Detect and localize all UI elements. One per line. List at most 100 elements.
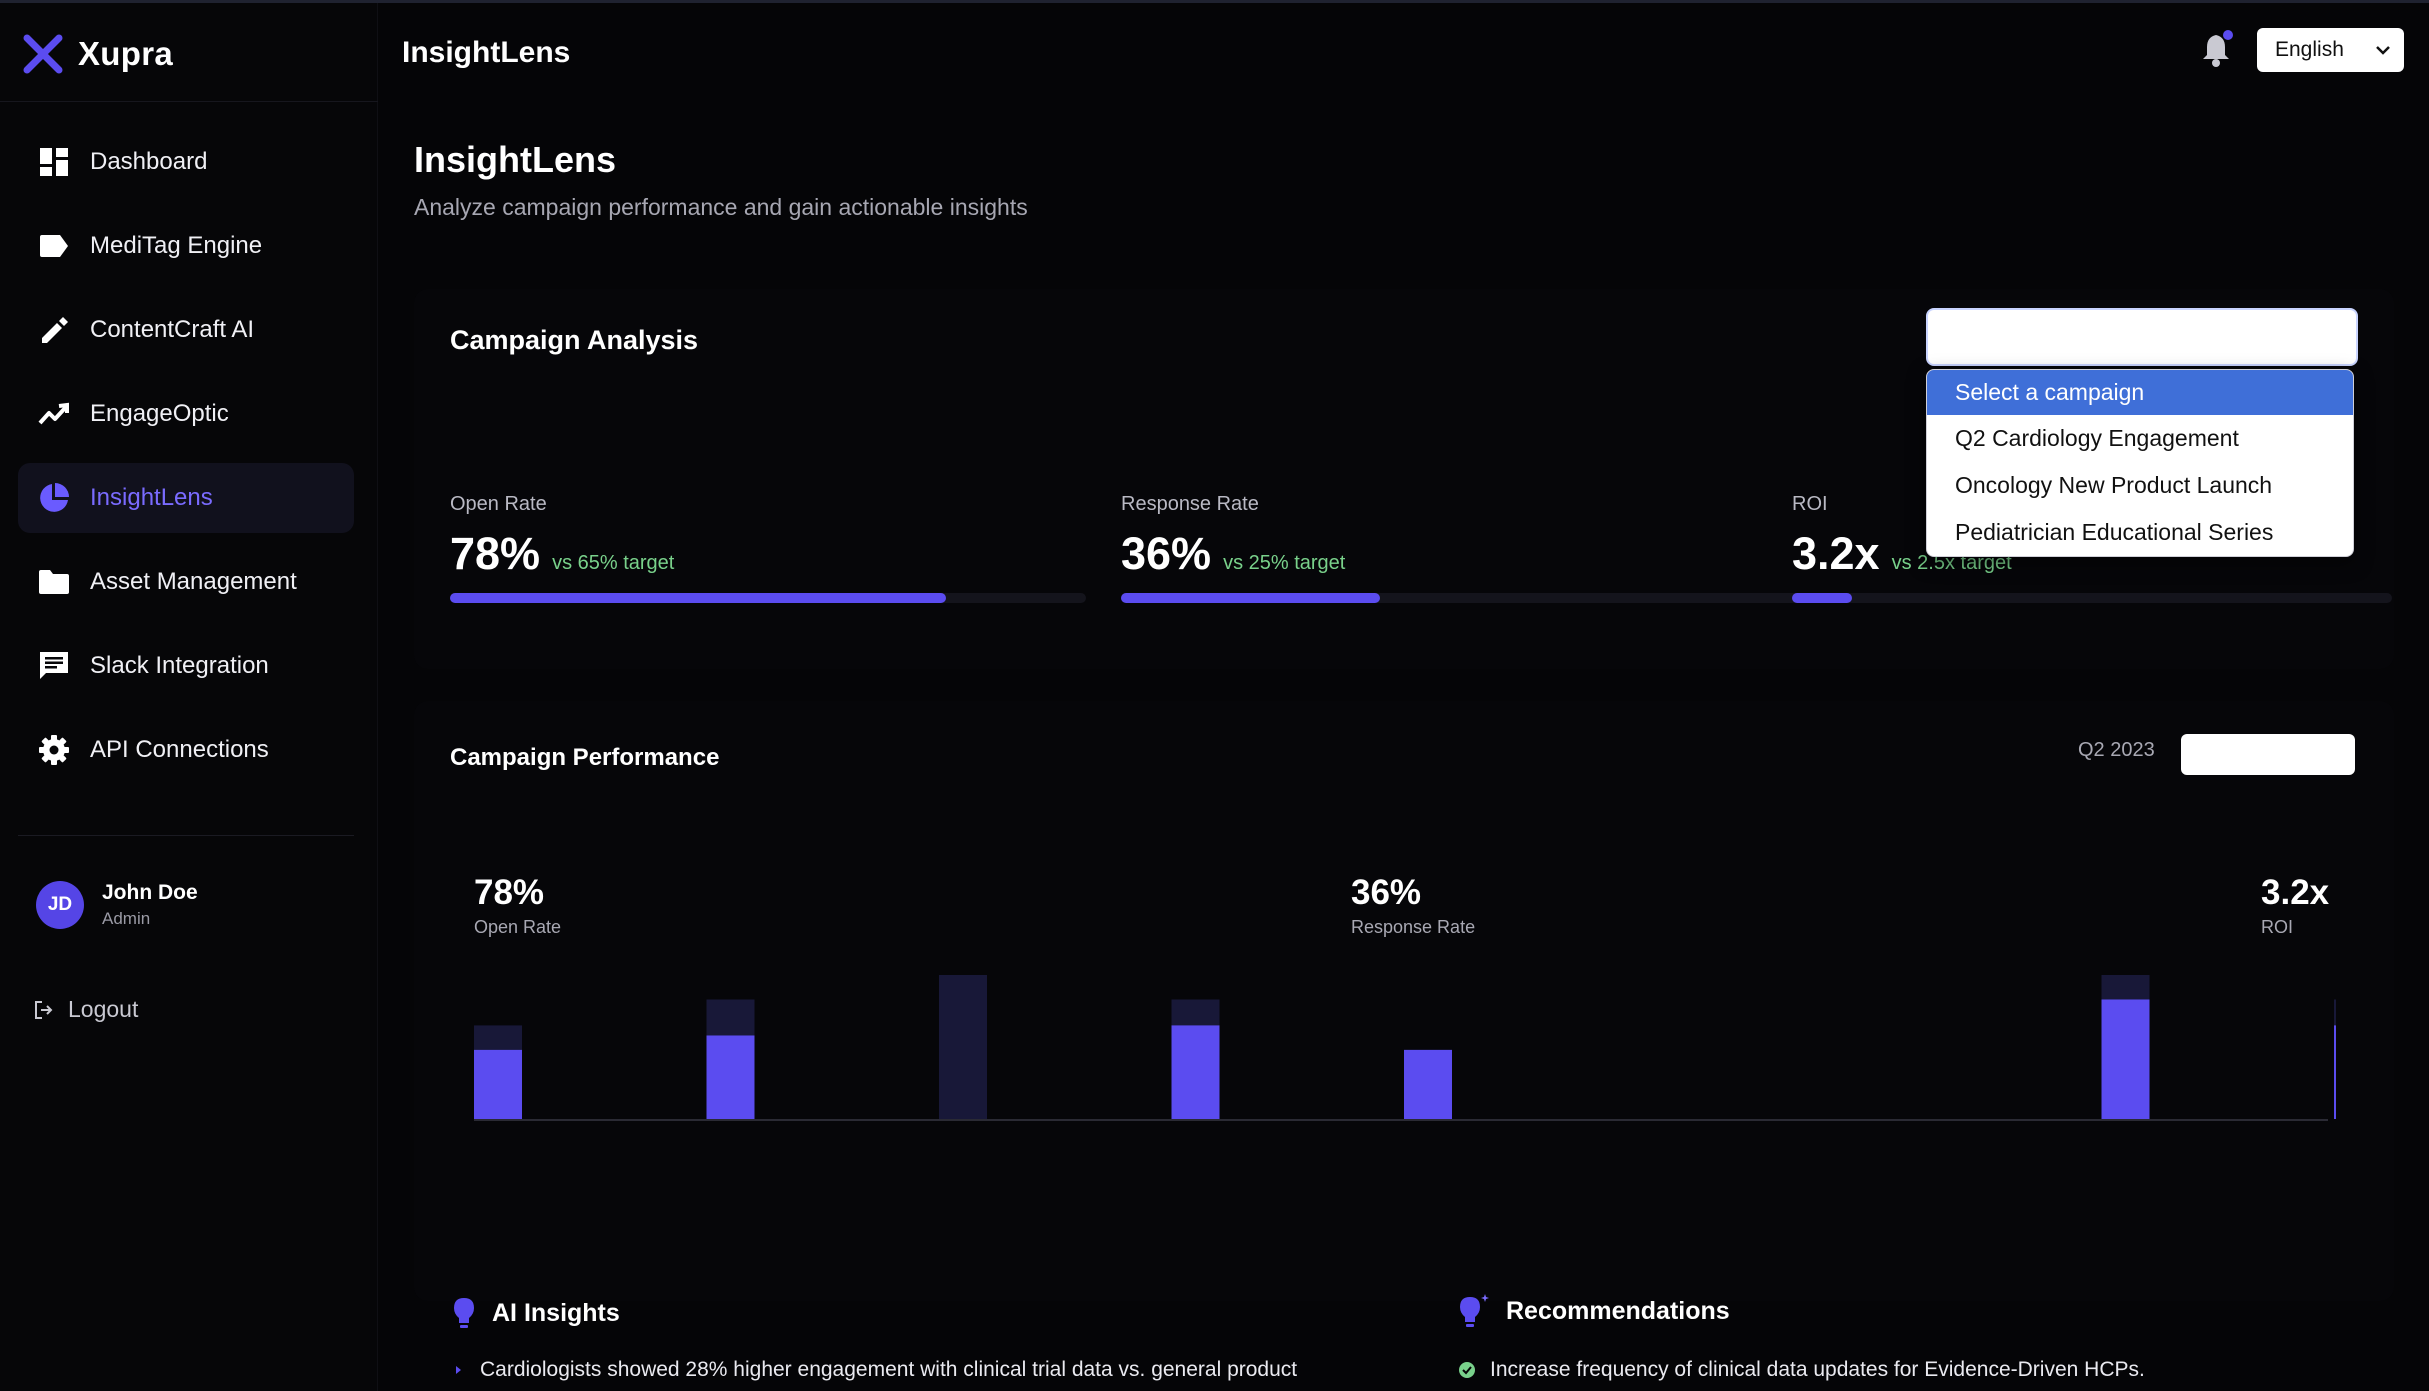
lightbulb-icon — [454, 1298, 474, 1328]
dropdown-option[interactable]: Pediatrician Educational Series — [1927, 509, 2353, 556]
logout-button[interactable]: Logout — [34, 996, 138, 1023]
chart-bar — [474, 1049, 522, 1119]
campaign-analysis-title: Campaign Analysis — [450, 325, 699, 355]
chart-stat-label: Open Rate — [474, 917, 562, 937]
page-subtitle: Analyze campaign performance and gain ac… — [414, 194, 1028, 220]
page-title: InsightLens — [414, 139, 617, 180]
sidebar-item-label: ContentCraft AI — [90, 316, 255, 343]
metric-value: 3.2x — [1792, 528, 1880, 579]
chart-stat-value: 3.2x — [2261, 873, 2330, 912]
metric-value: 36% — [1121, 528, 1212, 579]
message-icon — [38, 650, 70, 682]
dashboard-icon — [38, 146, 70, 178]
language-select[interactable]: English — [2257, 28, 2404, 72]
sidebar-divider — [18, 835, 354, 836]
sidebar-item-meditag-engine[interactable]: MediTag Engine — [18, 211, 354, 281]
metric-open-rate: Open Rate 78% vs 65% target — [450, 493, 1086, 603]
ai-insights-title: AI Insights — [492, 1298, 620, 1327]
progress-fill — [1121, 593, 1381, 603]
chevron-down-icon — [2376, 46, 2390, 55]
campaign-performance-title: Campaign Performance — [450, 744, 720, 771]
recommendations-header: Recommendations — [1458, 1293, 1730, 1329]
metric-label: Response Rate — [1121, 493, 1259, 515]
chart-stat-value: 36% — [1351, 873, 1422, 912]
sidebar-item-label: Dashboard — [90, 148, 208, 175]
sidebar: Xupra Dashboard MediTag Engine ContentCr… — [0, 3, 378, 1391]
user-profile[interactable]: JD John Doe Admin — [36, 881, 198, 929]
sidebar-item-api-connections[interactable]: API Connections — [18, 715, 354, 785]
chart-bar — [2334, 1025, 2336, 1119]
pie-chart-icon — [38, 482, 70, 514]
chart-bar — [706, 1035, 755, 1119]
sidebar-item-insightlens[interactable]: InsightLens — [18, 463, 354, 533]
metric-target: vs 65% target — [552, 552, 675, 574]
metric-response-rate: Response Rate 36% vs 25% target — [1121, 493, 1841, 603]
top-bar: InsightLens English — [378, 3, 2429, 101]
dropdown-option[interactable]: Oncology New Product Launch — [1927, 462, 2353, 509]
user-info: John Doe Admin — [102, 881, 198, 929]
chart-bar — [2101, 999, 2150, 1119]
progress-fill — [450, 593, 947, 603]
sidebar-item-slack-integration[interactable]: Slack Integration — [18, 631, 354, 701]
chart-stat-roi: 3.2x ROI — [2261, 873, 2329, 938]
dropdown-option[interactable]: Q2 Cardiology Engagement — [1927, 415, 2353, 462]
pencil-icon — [38, 314, 70, 346]
chart-stat-label: Response Rate — [1351, 917, 1476, 937]
lightbulb-sparkle-icon — [1460, 1294, 1489, 1327]
brand-name: Xupra — [78, 35, 174, 72]
app-window: Xupra Dashboard MediTag Engine ContentCr… — [0, 0, 2429, 1391]
chart-stat-open-rate: 78% Open Rate — [474, 873, 561, 938]
sidebar-item-dashboard[interactable]: Dashboard — [18, 127, 354, 197]
sidebar-item-engageoptic[interactable]: EngageOptic — [18, 379, 354, 449]
notifications-button[interactable] — [2200, 29, 2236, 69]
sidebar-item-contentcraft-ai[interactable]: ContentCraft AI — [18, 295, 354, 365]
dropdown-option[interactable]: Select a campaign — [1927, 370, 2353, 415]
chart-bar-background — [939, 975, 987, 1119]
chart-stat-response-rate: 36% Response Rate — [1351, 873, 1475, 938]
language-value: English — [2275, 38, 2344, 61]
metric-label: Open Rate — [450, 493, 547, 515]
logout-label: Logout — [68, 996, 139, 1022]
folder-icon — [38, 566, 70, 598]
metric-value: 78% — [450, 528, 541, 579]
metric-target: vs 25% target — [1223, 552, 1346, 574]
brand-divider — [0, 101, 378, 102]
progress-track — [1121, 593, 1841, 603]
sidebar-item-label: Slack Integration — [90, 652, 269, 679]
recommendations-title: Recommendations — [1506, 1296, 1730, 1325]
ai-insight-item: Cardiologists showed 28% higher engageme… — [454, 1358, 1297, 1382]
period-select[interactable] — [2181, 734, 2355, 775]
chart-bar — [1171, 1025, 1220, 1119]
main-content: InsightLens Analyze campaign performance… — [378, 101, 2429, 1391]
progress-fill — [1792, 593, 1852, 603]
chart-stat-label: ROI — [2261, 917, 2294, 937]
tag-icon — [38, 230, 70, 262]
sidebar-item-label: MediTag Engine — [90, 232, 263, 259]
recommendation-text: Increase frequency of clinical data upda… — [1490, 1358, 2145, 1381]
brand[interactable]: Xupra — [22, 33, 173, 75]
recommendation-item: Increase frequency of clinical data upda… — [1458, 1358, 2145, 1382]
avatar: JD — [36, 881, 84, 929]
campaign-dropdown: Select a campaign Q2 Cardiology Engageme… — [1926, 369, 2354, 557]
sidebar-item-label: InsightLens — [90, 484, 213, 511]
chart-stat-value: 78% — [474, 873, 545, 912]
sidebar-item-label: Asset Management — [90, 568, 297, 595]
ai-insight-text: Cardiologists showed 28% higher engageme… — [480, 1358, 1298, 1381]
campaign-select[interactable] — [1926, 308, 2358, 366]
period-label: Q2 2023 — [2078, 739, 2155, 761]
campaign-performance-chart — [474, 975, 2336, 1121]
chart-bar — [1404, 1049, 1452, 1119]
sidebar-item-label: API Connections — [90, 736, 269, 763]
bell-icon — [2203, 30, 2233, 67]
sidebar-item-asset-management[interactable]: Asset Management — [18, 547, 354, 617]
bullet-icon — [456, 1366, 461, 1374]
progress-track — [450, 593, 1086, 603]
sidebar-item-label: EngageOptic — [90, 400, 229, 427]
trending-icon — [38, 398, 70, 430]
user-name: John Doe — [102, 881, 198, 904]
progress-track — [1792, 593, 2392, 603]
ai-insights-header: AI Insights — [452, 1296, 620, 1330]
gear-icon — [38, 734, 70, 766]
xupra-logo-icon — [23, 34, 63, 74]
header-title: InsightLens — [402, 36, 571, 69]
